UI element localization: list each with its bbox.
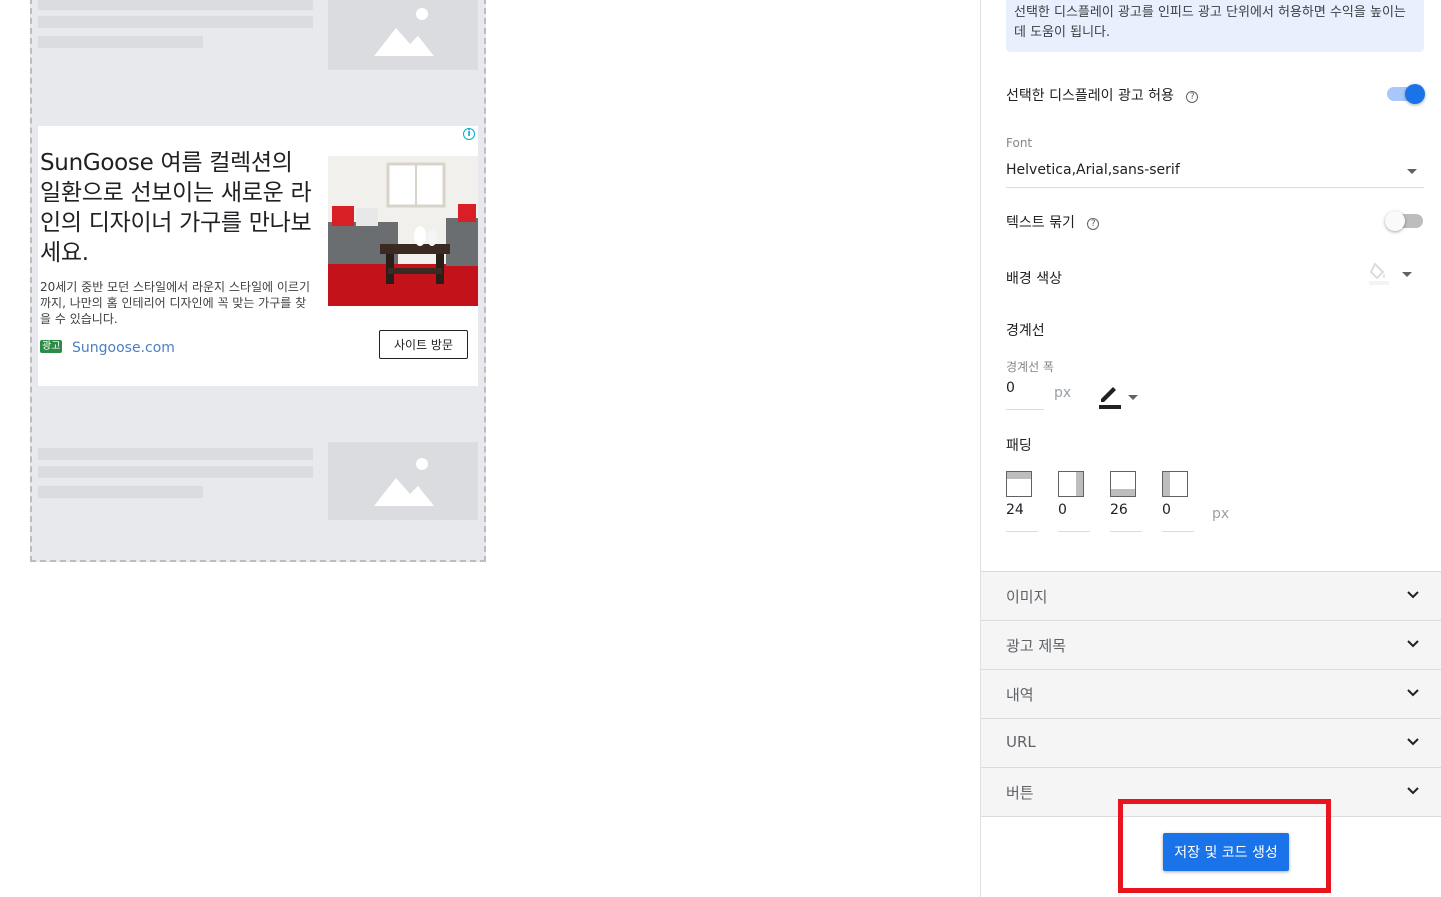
section-label: 버튼 [1006, 784, 1034, 802]
bold-text-row: 텍스트 묶기 ? [1006, 212, 1100, 232]
font-label: Font [1006, 136, 1033, 150]
padding-top-input[interactable]: 24 [1006, 502, 1038, 532]
placeholder-line [38, 0, 313, 10]
section-label: 내역 [1006, 686, 1034, 704]
placeholder-image [328, 442, 478, 520]
image-placeholder-icon [374, 458, 434, 506]
section-image[interactable]: 이미지 [981, 571, 1441, 620]
info-banner: 선택한 디스플레이 광고를 인피드 광고 단위에서 허용하면 수익을 높이는 데… [1006, 0, 1424, 52]
padding-bottom-input[interactable]: 26 [1110, 502, 1142, 532]
ad-headline[interactable]: SunGoose 여름 컬렉션의 일환으로 선보이는 새로운 라인의 디자이너 … [40, 148, 316, 268]
chevron-down-icon [1407, 787, 1419, 795]
paint-bucket-icon[interactable] [1369, 262, 1395, 286]
visit-site-button[interactable]: 사이트 방문 [379, 330, 468, 359]
ad-info-icon[interactable]: i [463, 128, 475, 140]
placeholder-line [38, 36, 203, 48]
toggle-knob [1405, 84, 1425, 104]
ad-image[interactable] [328, 156, 478, 306]
image-placeholder-icon [374, 8, 434, 56]
padding-right-input[interactable]: 0 [1058, 502, 1090, 532]
dropdown-caret-icon[interactable] [1407, 169, 1417, 174]
infeed-ad[interactable]: i SunGoose 여름 컬렉션의 일환으로 선보이는 새로운 라인의 디자이… [38, 126, 478, 386]
bold-text-label: 텍스트 묶기 [1006, 215, 1075, 231]
padding-left-value: 0 [1162, 502, 1171, 518]
ad-preview: i SunGoose 여름 컬렉션의 일환으로 선보이는 새로운 라인의 디자이… [30, 0, 486, 562]
help-icon[interactable]: ? [1186, 91, 1199, 103]
section-label: URL [1006, 733, 1036, 751]
living-room-photo [328, 156, 478, 306]
section-ad-title[interactable]: 광고 제목 [981, 620, 1441, 669]
placeholder-ad-top [38, 0, 478, 72]
dropdown-caret-icon[interactable] [1402, 272, 1412, 277]
info-banner-text: 선택한 디스플레이 광고를 인피드 광고 단위에서 허용하면 수익을 높이는 데… [1014, 5, 1406, 40]
font-select-value: Helvetica,Arial,sans-serif [1006, 162, 1180, 178]
border-color-pen-icon[interactable] [1097, 384, 1123, 410]
border-width-input[interactable]: 0 [1006, 380, 1044, 410]
padding-top-icon [1006, 471, 1032, 497]
padding-right-value: 0 [1058, 502, 1067, 518]
placeholder-line [38, 466, 313, 478]
padding-bottom-value: 26 [1110, 502, 1128, 518]
allow-display-ads-label: 선택한 디스플레이 광고 허용 [1006, 88, 1174, 104]
padding-left-icon [1162, 471, 1188, 497]
section-url[interactable]: URL [981, 718, 1441, 767]
ad-description[interactable]: 20세기 중반 모던 스타일에서 라운지 스타일에 이르기까지, 나만의 홈 인… [40, 279, 316, 327]
bold-text-toggle[interactable] [1385, 211, 1423, 231]
help-icon[interactable]: ? [1087, 218, 1100, 230]
border-width-unit: px [1054, 385, 1072, 401]
padding-right-icon [1058, 471, 1084, 497]
section-label: 이미지 [1006, 588, 1048, 606]
highlight-box [1118, 799, 1331, 893]
border-label: 경계선 [1006, 323, 1045, 339]
padding-left-input[interactable]: 0 [1162, 502, 1194, 532]
allow-display-ads-row: 선택한 디스플레이 광고 허용 ? [1006, 85, 1199, 105]
border-width-label: 경계선 폭 [1006, 360, 1054, 374]
padding-top-value: 24 [1006, 502, 1024, 518]
section-description[interactable]: 내역 [981, 669, 1441, 718]
placeholder-line [38, 448, 313, 460]
ad-url[interactable]: Sungoose.com [72, 340, 175, 356]
placeholder-image [328, 0, 478, 70]
chevron-down-icon [1407, 689, 1419, 697]
style-settings-panel: 선택한 디스플레이 광고를 인피드 광고 단위에서 허용하면 수익을 높이는 데… [980, 0, 1441, 897]
allow-display-ads-toggle[interactable] [1387, 84, 1425, 104]
padding-label: 패딩 [1006, 438, 1032, 454]
padding-unit: px [1212, 506, 1230, 522]
padding-bottom-icon [1110, 471, 1136, 497]
border-width-value: 0 [1006, 380, 1015, 396]
ad-badge: 광고 [40, 340, 63, 353]
placeholder-line [38, 16, 313, 28]
section-label: 광고 제목 [1006, 637, 1066, 655]
background-color-label: 배경 색상 [1006, 271, 1062, 287]
dropdown-caret-icon[interactable] [1128, 395, 1138, 400]
font-select[interactable]: Helvetica,Arial,sans-serif [1006, 160, 1424, 188]
chevron-down-icon [1407, 640, 1419, 648]
placeholder-line [38, 486, 203, 498]
chevron-down-icon [1407, 591, 1419, 599]
placeholder-ad-bottom [38, 442, 478, 522]
toggle-knob [1385, 211, 1405, 231]
chevron-down-icon [1407, 738, 1419, 746]
